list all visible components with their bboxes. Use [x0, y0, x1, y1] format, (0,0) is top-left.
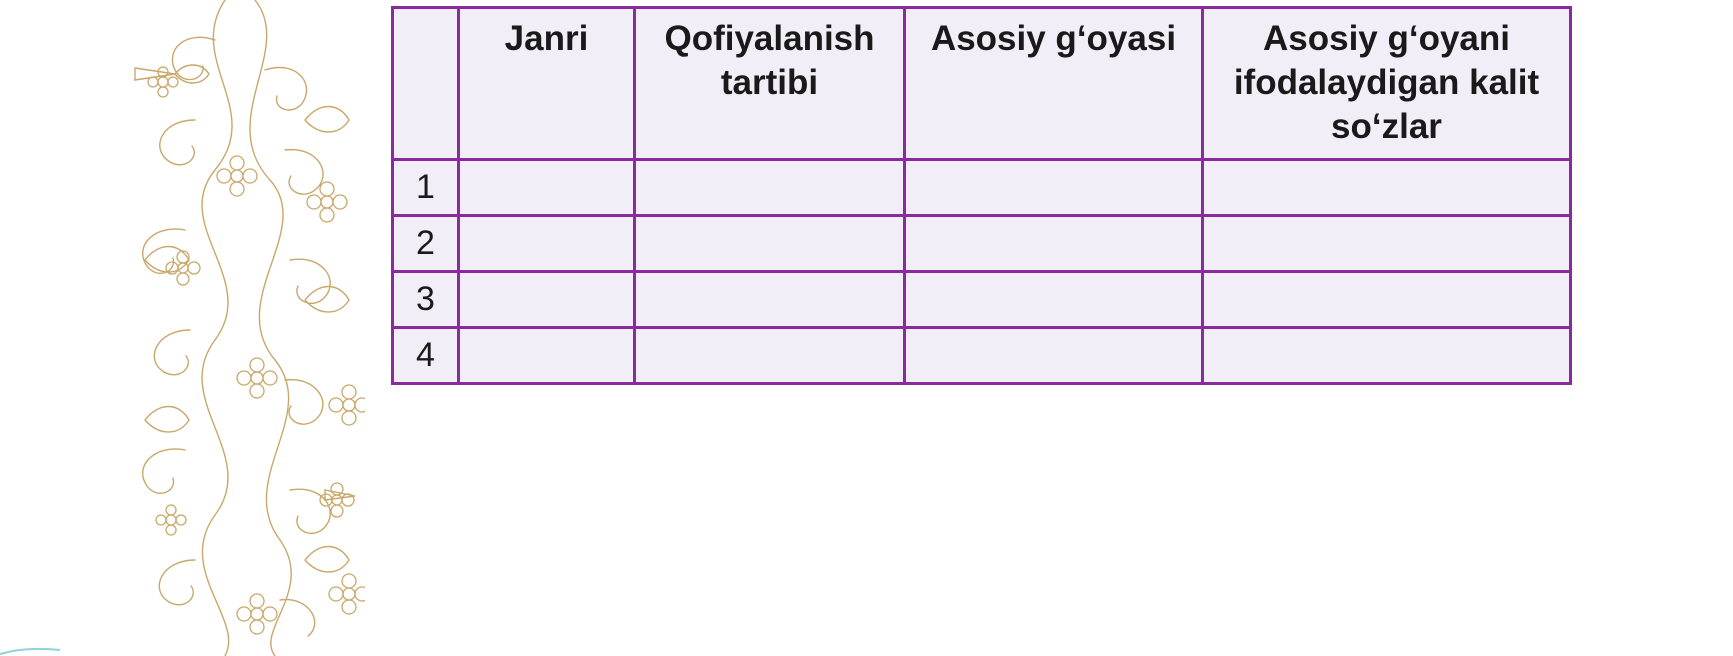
row-number: 2: [391, 214, 460, 273]
table-cell[interactable]: [1201, 158, 1572, 217]
table-cell[interactable]: [903, 270, 1204, 329]
table-row: 1: [391, 158, 1572, 217]
worksheet-table-container: Janri Qofiyalanish tartibi Asosiy g‘oyas…: [391, 6, 1572, 385]
table-row: 4: [391, 326, 1572, 385]
header-cell-key-words: Asosiy g‘oyani ifodalaydigan kalit so‘zl…: [1201, 6, 1572, 161]
floral-ornament-border: [134, 0, 365, 656]
header-cell-corner: [391, 6, 460, 161]
table-cell[interactable]: [633, 214, 906, 273]
table-cell[interactable]: [903, 214, 1204, 273]
table-cell[interactable]: [1201, 214, 1572, 273]
table-row: 2: [391, 214, 1572, 273]
table-cell[interactable]: [457, 158, 636, 217]
header-cell-main-idea: Asosiy g‘oyasi: [903, 6, 1204, 161]
table-cell[interactable]: [903, 158, 1204, 217]
table-header-row: Janri Qofiyalanish tartibi Asosiy g‘oyas…: [391, 6, 1572, 161]
row-number: 1: [391, 158, 460, 217]
table-row: 3: [391, 270, 1572, 329]
header-cell-rhyme-scheme: Qofiyalanish tartibi: [633, 6, 906, 161]
table-cell[interactable]: [1201, 270, 1572, 329]
table-cell[interactable]: [1201, 326, 1572, 385]
worksheet-table: Janri Qofiyalanish tartibi Asosiy g‘oyas…: [391, 6, 1572, 385]
table-cell[interactable]: [457, 214, 636, 273]
table-cell[interactable]: [633, 270, 906, 329]
edge-curve-decoration: [0, 647, 60, 655]
row-number: 3: [391, 270, 460, 329]
table-cell[interactable]: [457, 326, 636, 385]
table-cell[interactable]: [903, 326, 1204, 385]
row-number: 4: [391, 326, 460, 385]
table-cell[interactable]: [633, 326, 906, 385]
header-cell-genre: Janri: [457, 6, 636, 161]
table-cell[interactable]: [457, 270, 636, 329]
table-cell[interactable]: [633, 158, 906, 217]
